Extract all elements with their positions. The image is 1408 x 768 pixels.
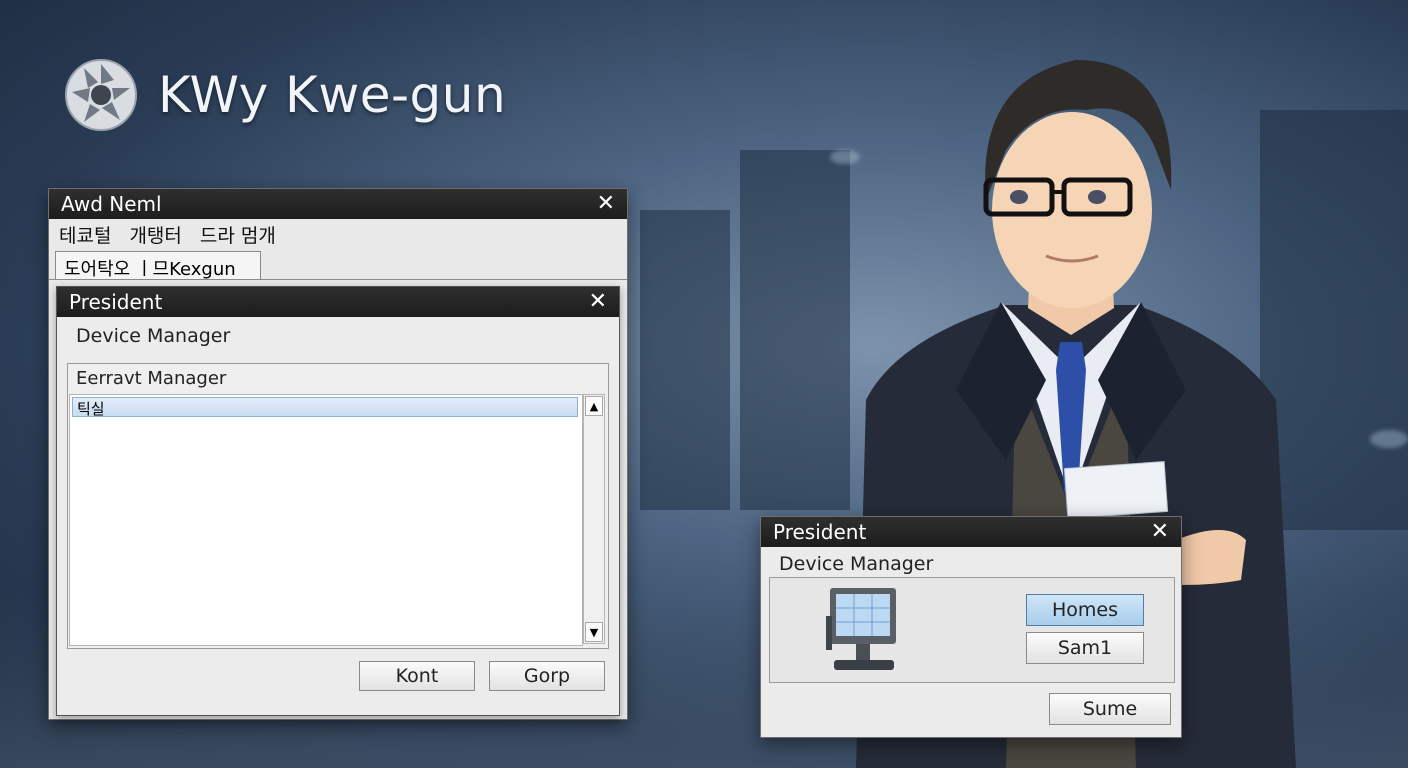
dialog-subtitle: Device Manager	[76, 325, 231, 347]
aperture-logo-icon	[65, 59, 137, 131]
tab-strip: 도어탁오 ㅣ므Kexgun	[49, 251, 627, 280]
menu-bar: 테쿄털 개탱터 드라 멈개	[59, 221, 276, 248]
brand-header: KWy Kwe-gun	[64, 58, 506, 132]
menu-item[interactable]: 개탱터	[129, 221, 181, 248]
background-light	[1370, 430, 1408, 448]
background-building	[740, 150, 850, 510]
main-window-title: Awd Neml	[61, 192, 162, 216]
device-dialog-subtitle: Device Manager	[779, 553, 934, 575]
device-manager-dialog: President ✕ Device Manager Homes Sam1 Su…	[760, 516, 1182, 738]
device-manager-dialog-titlebar[interactable]: President ✕	[761, 517, 1181, 547]
main-window-titlebar[interactable]: Awd Neml ✕	[49, 189, 627, 219]
list-group: Eerravt Manager 틱실 ▲ ▼	[67, 363, 609, 649]
chevron-down-icon[interactable]: ▼	[585, 622, 603, 642]
close-icon[interactable]: ✕	[597, 193, 615, 215]
gorp-button[interactable]: Gorp	[489, 661, 605, 691]
menu-item[interactable]: 테쿄털	[59, 221, 111, 248]
device-panel: Homes Sam1	[769, 577, 1175, 683]
menu-item[interactable]: 드라 멈개	[200, 221, 276, 248]
computer-monitor-icon	[826, 588, 896, 670]
device-listbox[interactable]: 틱실	[69, 394, 583, 646]
sume-button[interactable]: Sume	[1049, 693, 1171, 725]
president-dialog: President ✕ Device Manager Eerravt Manag…	[56, 286, 620, 716]
sam-button[interactable]: Sam1	[1026, 632, 1144, 664]
kont-button[interactable]: Kont	[359, 661, 475, 691]
close-icon[interactable]: ✕	[589, 291, 607, 313]
chevron-up-icon[interactable]: ▲	[585, 396, 603, 416]
close-icon[interactable]: ✕	[1151, 521, 1169, 543]
list-group-label: Eerravt Manager	[76, 368, 227, 389]
background-building	[640, 210, 730, 510]
vertical-scrollbar[interactable]: ▲ ▼	[583, 394, 605, 644]
list-item-selected[interactable]: 틱실	[72, 397, 578, 418]
homes-button[interactable]: Homes	[1026, 594, 1144, 626]
brand-title: KWy Kwe-gun	[158, 66, 507, 124]
president-dialog-titlebar[interactable]: President ✕	[57, 287, 619, 317]
device-dialog-title: President	[773, 520, 867, 544]
president-dialog-title: President	[69, 290, 163, 314]
tab-active[interactable]: 도어탁오 ㅣ므Kexgun	[55, 251, 261, 280]
